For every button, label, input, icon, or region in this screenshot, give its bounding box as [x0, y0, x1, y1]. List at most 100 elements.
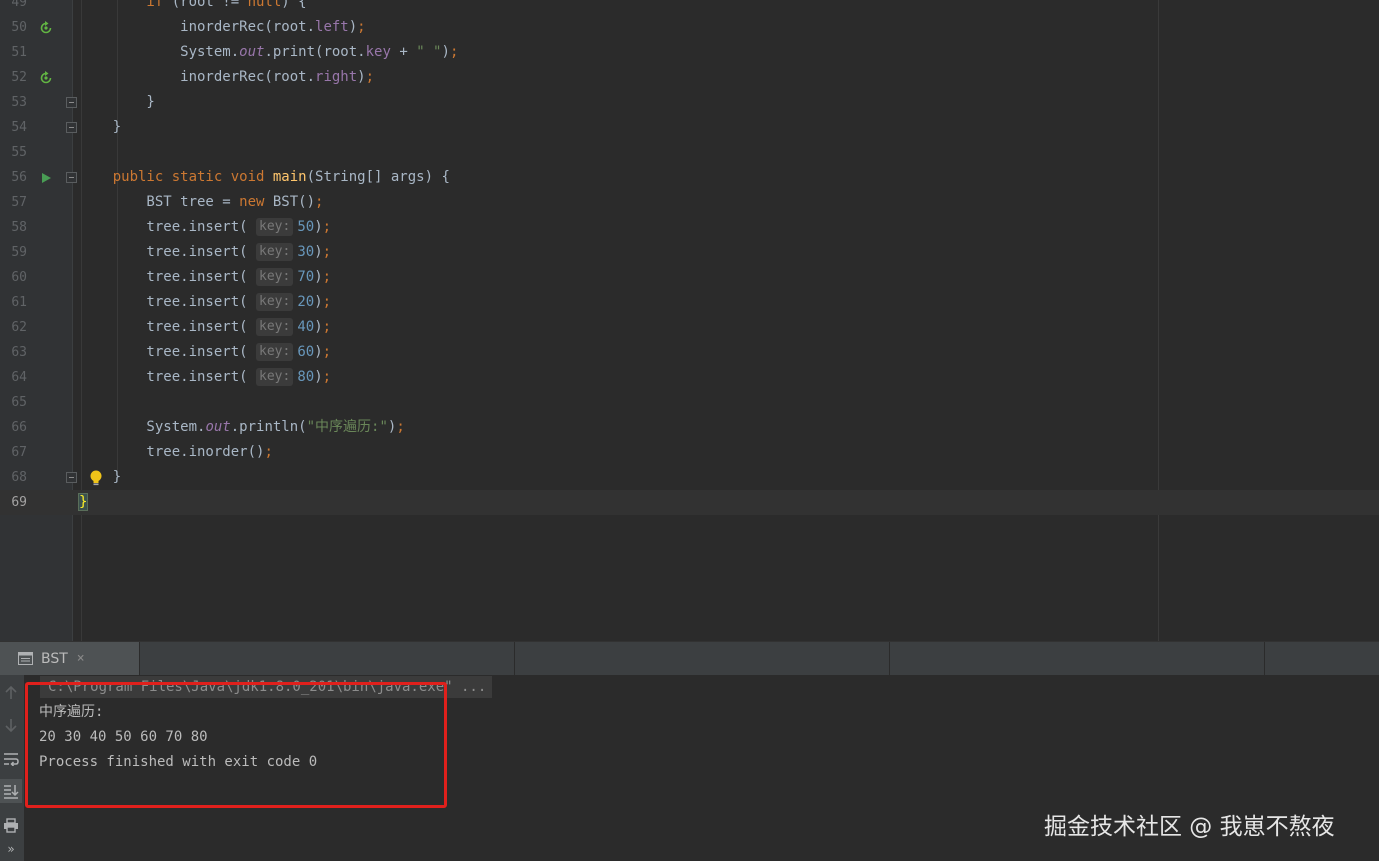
parameter-hint: key: — [256, 218, 294, 236]
line-number[interactable]: 67 — [0, 440, 27, 465]
parameter-hint: key: — [256, 243, 294, 261]
next-occurrence-button[interactable] — [0, 713, 22, 737]
code-line[interactable]: 64 tree.insert( key: 80); — [0, 365, 1379, 390]
run-toolbar: » — [0, 675, 24, 861]
line-number[interactable]: 68 — [0, 465, 27, 490]
code-text: System.out.print(root.key + " "); — [79, 40, 458, 65]
code-text: tree.insert( key: 40); — [79, 315, 331, 340]
code-token: (String[] args) { — [306, 169, 450, 185]
fold-toggle-icon[interactable] — [66, 97, 77, 108]
code-line[interactable]: 58 tree.insert( key: 50); — [0, 215, 1379, 240]
code-token: tree.insert( — [79, 244, 257, 260]
code-line[interactable]: 52 inorderRec(root.right); — [0, 65, 1379, 90]
code-text: tree.insert( key: 80); — [79, 365, 331, 390]
code-text: inorderRec(root.left); — [79, 15, 365, 40]
code-line[interactable]: 57 BST tree = new BST(); — [0, 190, 1379, 215]
recursive-call-icon[interactable] — [39, 71, 53, 85]
code-line[interactable]: 56 public static void main(String[] args… — [0, 165, 1379, 190]
code-token: .print(root. — [264, 44, 366, 60]
run-tab-bst[interactable]: BST × — [0, 642, 139, 675]
code-token: tree.insert( — [79, 294, 257, 310]
line-number[interactable]: 69 — [0, 490, 27, 515]
run-icon[interactable] — [39, 171, 53, 185]
line-number[interactable]: 52 — [0, 65, 27, 90]
line-number[interactable]: 54 — [0, 115, 27, 140]
line-number[interactable]: 62 — [0, 315, 27, 340]
code-token: tree.insert( — [79, 269, 257, 285]
code-token: ) { — [281, 0, 307, 10]
code-token: + — [390, 44, 417, 60]
code-text: } — [79, 115, 121, 140]
line-number[interactable]: 50 — [0, 15, 27, 40]
close-tab-icon[interactable]: × — [77, 651, 85, 666]
fold-toggle-icon[interactable] — [66, 472, 77, 483]
code-token: tree.insert( — [79, 219, 257, 235]
code-line[interactable]: 63 tree.insert( key: 60); — [0, 340, 1379, 365]
code-token: System. — [79, 419, 206, 435]
code-token: ; — [322, 219, 332, 235]
line-number[interactable]: 55 — [0, 140, 27, 165]
code-token: ) — [314, 294, 323, 310]
line-number[interactable]: 57 — [0, 190, 27, 215]
code-line[interactable]: 53 } — [0, 90, 1379, 115]
code-token: ) — [314, 244, 323, 260]
code-token: ) — [314, 269, 323, 285]
line-number[interactable]: 60 — [0, 265, 27, 290]
scroll-to-end-button[interactable] — [0, 779, 22, 803]
line-number[interactable]: 53 — [0, 90, 27, 115]
code-token: if — [79, 0, 172, 10]
code-line[interactable]: 67 tree.inorder(); — [0, 440, 1379, 465]
previous-occurrence-button[interactable] — [0, 681, 22, 705]
code-line[interactable]: 50 inorderRec(root.left); — [0, 15, 1379, 40]
code-token: key — [365, 44, 391, 60]
fold-toggle-icon[interactable] — [66, 122, 77, 133]
line-number[interactable]: 64 — [0, 365, 27, 390]
code-text: inorderRec(root.right); — [79, 65, 374, 90]
recursive-call-icon[interactable] — [39, 21, 53, 35]
code-token: ; — [315, 194, 324, 210]
code-token: 20 — [297, 294, 315, 310]
line-number[interactable]: 66 — [0, 415, 27, 440]
code-line[interactable]: 59 tree.insert( key: 30); — [0, 240, 1379, 265]
code-line[interactable]: 66 System.out.println("中序遍历:"); — [0, 415, 1379, 440]
code-token: null — [247, 0, 282, 10]
printer-icon — [3, 817, 19, 833]
code-line[interactable]: 49 if (root != null) { — [0, 0, 1379, 15]
code-text: } — [79, 465, 121, 490]
code-line[interactable]: 51 System.out.print(root.key + " "); — [0, 40, 1379, 65]
parameter-hint: key: — [256, 318, 294, 336]
code-line[interactable]: 60 tree.insert( key: 70); — [0, 265, 1379, 290]
line-number[interactable]: 65 — [0, 390, 27, 415]
fold-toggle-icon[interactable] — [66, 172, 77, 183]
code-line[interactable]: 62 tree.insert( key: 40); — [0, 315, 1379, 340]
code-token: 80 — [297, 369, 315, 385]
line-number[interactable]: 56 — [0, 165, 27, 190]
code-line[interactable]: 65 — [0, 390, 1379, 415]
code-line[interactable]: 54 } — [0, 115, 1379, 140]
soft-wrap-button[interactable] — [0, 747, 22, 771]
line-number[interactable]: 61 — [0, 290, 27, 315]
code-line[interactable]: 55 — [0, 140, 1379, 165]
code-text: } — [77, 490, 89, 515]
code-text: if (root != null) { — [79, 0, 307, 15]
soft-wrap-icon — [3, 752, 19, 766]
more-actions-button[interactable]: » — [0, 839, 22, 859]
code-token: inorderRec(root. — [79, 69, 316, 85]
code-line[interactable]: 61 tree.insert( key: 20); — [0, 290, 1379, 315]
line-number[interactable]: 58 — [0, 215, 27, 240]
code-token: tree.inorder() — [79, 444, 265, 460]
code-token: tree.insert( — [79, 344, 257, 360]
line-number[interactable]: 63 — [0, 340, 27, 365]
code-token: 30 — [297, 244, 315, 260]
arrow-down-icon — [5, 718, 17, 732]
print-button[interactable] — [0, 813, 22, 837]
code-line[interactable]: 68 } — [0, 465, 1379, 490]
code-line[interactable]: 69} — [0, 490, 1379, 515]
code-token: inorderRec(root. — [79, 19, 316, 35]
line-number[interactable]: 49 — [0, 0, 27, 15]
code-token: 40 — [297, 319, 315, 335]
code-editor[interactable]: 49 if (root != null) {50 inorderRec(root… — [0, 0, 1379, 641]
line-number[interactable]: 51 — [0, 40, 27, 65]
tab-divider — [139, 642, 140, 675]
line-number[interactable]: 59 — [0, 240, 27, 265]
